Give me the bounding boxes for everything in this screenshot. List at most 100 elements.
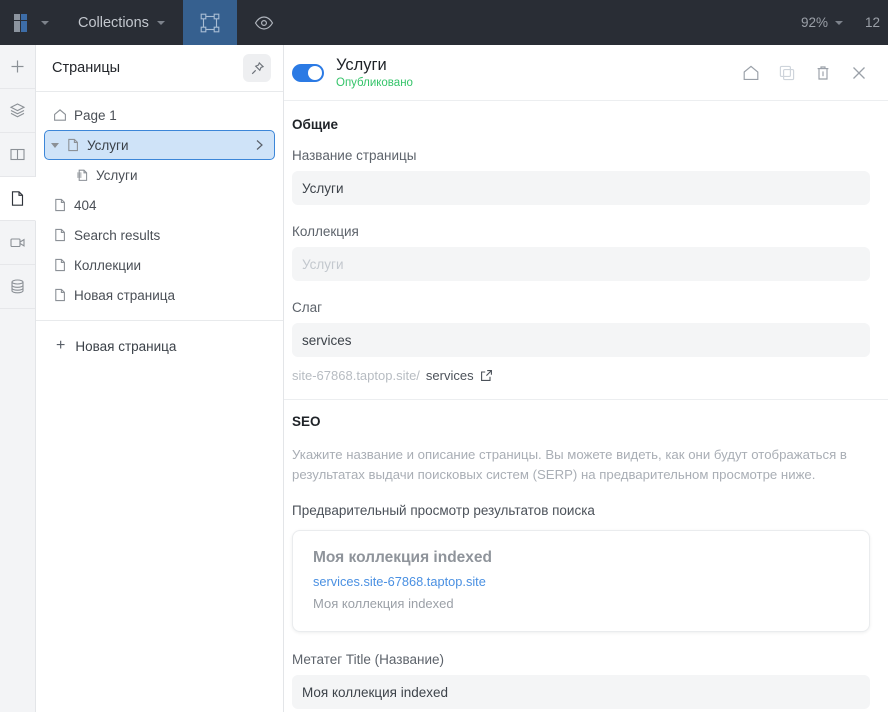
duplicate-button[interactable]	[778, 64, 796, 82]
seo-help-text: Укажите название и описание страницы. Вы…	[292, 447, 847, 482]
pages-panel-title: Страницы	[52, 60, 121, 76]
page-actions	[742, 64, 868, 82]
page-icon	[52, 198, 67, 213]
section-divider	[284, 399, 888, 400]
page-item-kollekcii[interactable]: Коллекции	[44, 250, 275, 280]
page-url-slug: services	[425, 368, 474, 383]
cut-off-right-label: 12	[864, 15, 880, 30]
serp-url[interactable]: services.site-67868.taptop.site	[313, 574, 849, 589]
select-tool-button[interactable]	[182, 0, 237, 45]
serp-preview-label: Предварительный просмотр результатов пои…	[292, 503, 595, 518]
meta-title-label: Метатег Title (Название)	[292, 652, 444, 667]
serp-description: Моя коллекция indexed	[313, 596, 454, 611]
zoom-level-label: 92%	[800, 15, 828, 30]
seo-section: SEO Укажите название и описание страницы…	[284, 414, 888, 709]
frame-select-icon	[199, 12, 221, 34]
trash-icon	[814, 64, 832, 82]
page-item-uslugi-collection[interactable]: Услуги	[44, 160, 275, 190]
pin-panel-button[interactable]	[243, 54, 271, 82]
publish-toggle[interactable]	[292, 63, 324, 82]
page-name-value: Услуги	[302, 180, 344, 196]
rail-item-layers[interactable]	[0, 89, 35, 133]
rail-item-library[interactable]	[0, 133, 35, 177]
serp-title: Моя коллекция indexed	[313, 549, 493, 566]
page-item-label: Search results	[74, 227, 161, 243]
zoom-chevron-down-icon	[834, 20, 843, 25]
icon-rail	[0, 45, 36, 712]
collections-chevron-down-icon	[156, 20, 165, 25]
rail-item-pages[interactable]	[0, 177, 36, 221]
meta-title-value: Моя коллекция indexed	[302, 684, 449, 700]
plus-icon: +	[56, 337, 66, 354]
page-name-input[interactable]: Услуги	[292, 171, 870, 205]
general-section-title: Общие	[292, 117, 339, 132]
pages-panel-footer: + Новая страница	[36, 321, 283, 371]
rail-item-add[interactable]	[0, 45, 35, 89]
pages-panel-header: Страницы	[36, 45, 283, 92]
status-badge: Опубликовано	[336, 77, 413, 89]
slug-input[interactable]: services	[292, 323, 870, 357]
page-title-block: Услуги Опубликовано	[336, 56, 413, 89]
general-section: Общие Название страницы Услуги Коллекция…	[284, 117, 888, 383]
page-item-page-1[interactable]: Page 1	[44, 100, 275, 130]
expand-triangle-icon[interactable]	[51, 142, 59, 148]
topbar-right: 92% 12	[801, 0, 888, 45]
collection-input[interactable]: Услуги	[292, 247, 870, 281]
preview-button[interactable]	[237, 0, 291, 45]
page-title: Услуги	[336, 56, 387, 74]
logo-chevron-down-icon[interactable]	[40, 20, 49, 25]
pin-icon	[250, 61, 265, 76]
delete-button[interactable]	[814, 64, 832, 82]
app-root: Collections 92% 12 Страницы Page 1 Услуг…	[0, 0, 888, 712]
page-settings-header: Услуги Опубликовано	[284, 45, 888, 101]
page-item-label: Услуги	[96, 167, 138, 183]
external-link-icon[interactable]	[480, 369, 493, 382]
eye-preview-icon	[253, 12, 275, 34]
new-page-label: Новая страница	[75, 338, 177, 354]
seo-section-title: SEO	[292, 414, 321, 429]
logo-area[interactable]	[0, 0, 60, 45]
page-item-label: Коллекции	[74, 257, 142, 273]
zoom-control[interactable]: 92%	[801, 15, 843, 30]
page-item-novaya-stranica[interactable]: Новая страница	[44, 280, 275, 310]
close-icon	[850, 64, 868, 82]
chevron-right-icon[interactable]	[252, 138, 266, 152]
page-item-404[interactable]: 404	[44, 190, 275, 220]
meta-title-input[interactable]: Моя коллекция indexed	[292, 675, 870, 709]
page-item-search-results[interactable]: Search results	[44, 220, 275, 250]
page-name-label: Название страницы	[292, 148, 417, 163]
page-icon	[52, 288, 67, 303]
page-icon	[52, 228, 67, 243]
collection-value: Услуги	[302, 256, 344, 272]
duplicate-icon	[778, 64, 796, 82]
top-toolbar: Collections 92% 12	[0, 0, 888, 45]
database-icon	[9, 278, 26, 295]
close-button[interactable]	[850, 64, 868, 82]
pages-panel: Страницы Page 1 Услуги Услуги 404 Search…	[36, 45, 284, 712]
rail-item-database[interactable]	[0, 265, 35, 309]
rail-item-media[interactable]	[0, 221, 35, 265]
page-url-prefix: site-67868.taptop.site/	[292, 368, 420, 383]
page-icon	[52, 258, 67, 273]
slug-label: Слаг	[292, 300, 323, 315]
set-home-button[interactable]	[742, 64, 760, 82]
taptop-logo-icon	[12, 12, 34, 34]
layers-icon	[9, 102, 26, 119]
book-icon	[9, 146, 26, 163]
plus-icon	[9, 58, 26, 75]
page-item-label: Page 1	[74, 107, 117, 123]
page-url-line[interactable]: site-67868.taptop.site/services	[292, 368, 870, 383]
collections-menu-label: Collections	[78, 14, 149, 31]
serp-preview-card: Моя коллекция indexed services.site-6786…	[292, 530, 870, 632]
page-settings-body: Общие Название страницы Услуги Коллекция…	[284, 101, 888, 712]
collection-label: Коллекция	[292, 224, 359, 239]
main-body: Страницы Page 1 Услуги Услуги 404 Search…	[0, 45, 888, 712]
home-icon	[52, 108, 67, 123]
toggle-knob	[308, 65, 322, 80]
page-item-label: Услуги	[87, 137, 129, 153]
collections-menu[interactable]: Collections	[60, 0, 183, 45]
page-item-uslugi[interactable]: Услуги	[44, 130, 275, 160]
new-page-button[interactable]: + Новая страница	[44, 333, 275, 359]
pages-list: Page 1 Услуги Услуги 404 Search results …	[36, 92, 283, 321]
page-settings-panel: Услуги Опубликовано Общие Название стран…	[284, 45, 888, 712]
